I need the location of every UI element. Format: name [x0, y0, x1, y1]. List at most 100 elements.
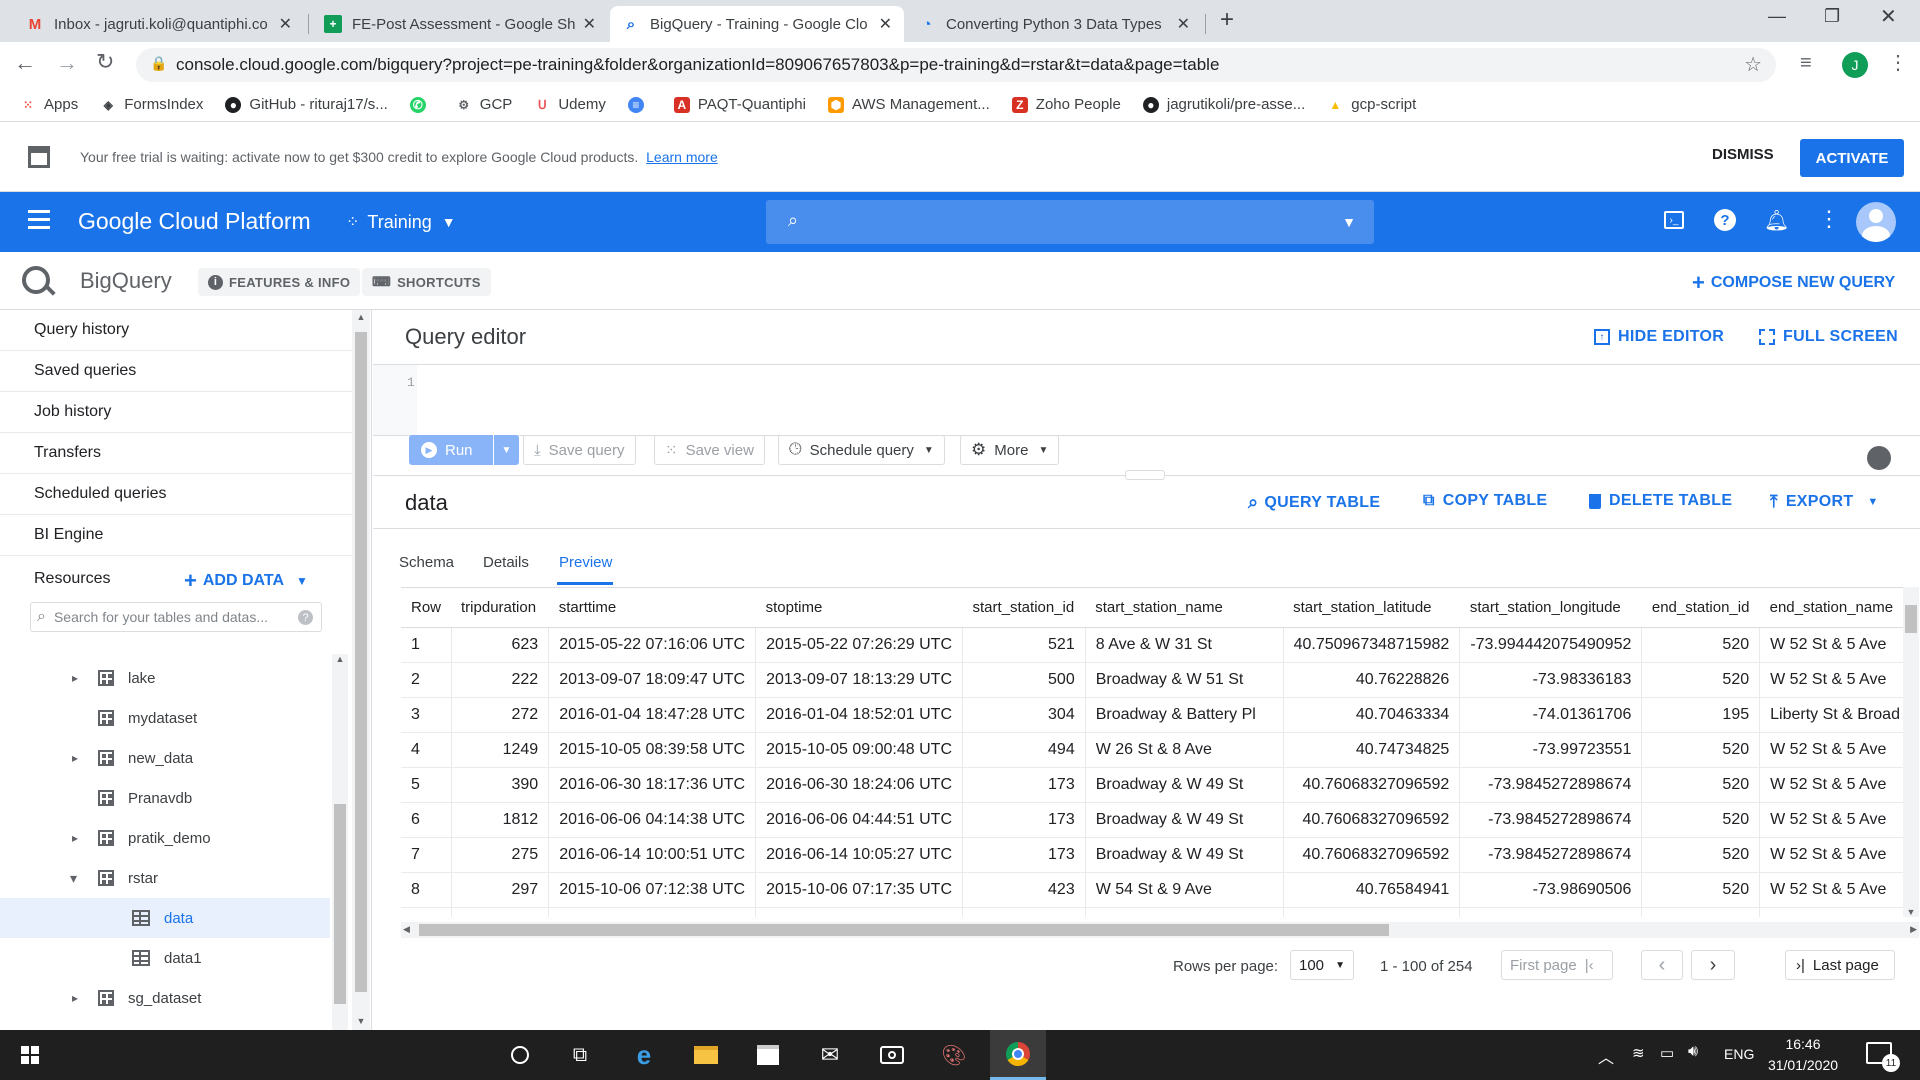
close-icon[interactable]: ✕ [279, 14, 292, 34]
column-header[interactable]: end_station_name [1759, 588, 1911, 628]
nav-query-history[interactable]: Query history [0, 310, 352, 351]
features-info-button[interactable]: i FEATURES & INFO [198, 268, 361, 296]
schedule-query-button[interactable]: 🕒︎ Schedule query ▼ [778, 435, 945, 465]
search-circle-icon[interactable] [496, 1030, 544, 1080]
volume-icon[interactable]: 🔊︎ [1688, 1043, 1698, 1061]
column-header[interactable]: stoptime [755, 588, 963, 628]
activate-button[interactable]: ACTIVATE [1800, 139, 1904, 177]
table-vertical-scrollbar[interactable]: ▼ [1903, 587, 1919, 917]
help-icon[interactable]: ? [1714, 209, 1736, 231]
clock-time[interactable]: 16:46 [1768, 1036, 1838, 1052]
bookmark-gcp[interactable]: ⚙ GCP [456, 96, 512, 113]
table-row[interactable]: 2 222 2013-09-07 18:09:47 UTC 2013-09-07 18… [401, 662, 1911, 698]
copy-table-button[interactable]: ⧉ COPY TABLE [1423, 492, 1547, 510]
tab-sheets[interactable]: + FE-Post Assessment - Google She ✕ [312, 6, 608, 42]
chevron-down-icon[interactable]: ▼ [493, 435, 519, 465]
browser-menu-icon[interactable]: ⋮ [1888, 50, 1908, 75]
chevron-up-icon[interactable]: ︿ [1598, 1044, 1614, 1068]
bookmark-whatsapp[interactable]: ✆ [409, 96, 434, 113]
sql-editor[interactable]: 1 [373, 364, 1920, 436]
maximize-button[interactable]: ❐ [1824, 6, 1840, 27]
close-icon[interactable]: ✕ [879, 14, 892, 34]
bookmark-formsindex[interactable]: ◈ FormsIndex [100, 96, 204, 113]
bookmark-paqt[interactable]: A PAQT-Quantiphi [673, 96, 806, 113]
tree-item-new-data[interactable]: ▸ new_data [0, 738, 330, 778]
project-selector[interactable]: ⁘ Training ▼ [346, 208, 456, 236]
bookmark-udemy[interactable]: Ս Udemy [534, 96, 606, 113]
last-page-button[interactable]: ›| Last page [1785, 950, 1895, 980]
tab-bigquery[interactable]: ⌕ BigQuery - Training - Google Clo ✕ [610, 6, 904, 42]
close-icon[interactable]: ✕ [583, 14, 596, 34]
run-button[interactable]: ▶ Run ▼ [409, 435, 519, 465]
language-indicator[interactable]: ENG [1724, 1046, 1754, 1062]
tab-preview[interactable]: Preview [559, 554, 612, 571]
help-icon[interactable]: ? [298, 610, 313, 625]
tree-item-sg-dataset[interactable]: ▸ sg_dataset [0, 978, 330, 1018]
tree-scrollbar[interactable]: ▲ [332, 654, 348, 1030]
nav-job-history[interactable]: Job history [0, 392, 352, 433]
bookmark-blue[interactable]: ≡ [627, 96, 652, 113]
nav-scrollbar[interactable]: ▲ ▼ [352, 310, 370, 1030]
table-horizontal-scrollbar[interactable]: ◀ ▶ [401, 922, 1919, 938]
table-row[interactable]: 6 1812 2016-06-06 04:14:38 UTC 2016-06-06 0… [401, 802, 1911, 838]
search-bar[interactable]: ⌕ ▼ [766, 200, 1374, 244]
bookmark-aws[interactable]: ⬢ AWS Management... [827, 96, 990, 113]
column-header[interactable]: start_station_id [962, 588, 1086, 628]
hide-editor-button[interactable]: ↑ HIDE EDITOR [1594, 328, 1724, 346]
table-row[interactable]: 3 272 2016-01-04 18:47:28 UTC 2016-01-04 18… [401, 697, 1911, 733]
tree-item-lake[interactable]: ▸ lake [0, 658, 330, 698]
resource-search-input[interactable]: ⌕ Search for your tables and datas... ? [30, 602, 322, 632]
expand-arrow-icon[interactable]: ▸ [72, 831, 78, 845]
window-close-button[interactable]: ✕ [1880, 4, 1897, 29]
query-table-button[interactable]: ⌕ QUERY TABLE [1248, 492, 1380, 513]
address-bar[interactable]: 🔒 console.cloud.google.com/bigquery?proj… [136, 48, 1776, 82]
mail-icon[interactable]: ✉ [806, 1030, 854, 1080]
column-header[interactable]: start_station_name [1085, 588, 1284, 628]
store-icon[interactable] [744, 1030, 792, 1080]
resize-handle[interactable] [1125, 470, 1165, 480]
tree-item-data[interactable]: data [0, 898, 330, 938]
new-tab-button[interactable]: + [1220, 6, 1234, 34]
expand-arrow-icon[interactable]: ▸ [72, 751, 78, 765]
tree-item-pratik-demo[interactable]: ▸ pratik_demo [0, 818, 330, 858]
close-icon[interactable]: ✕ [1177, 14, 1190, 34]
bookmark-github[interactable]: ● GitHub - rituraj17/s... [225, 96, 388, 113]
minimize-button[interactable]: — [1768, 6, 1786, 27]
table-row[interactable]: 7 275 2016-06-14 10:00:51 UTC 2016-06-14 10… [401, 837, 1911, 873]
tab-schema[interactable]: Schema [399, 554, 454, 571]
camera-icon[interactable] [868, 1030, 916, 1080]
first-page-button[interactable]: First page |‹ [1501, 950, 1613, 980]
column-header[interactable]: start_station_longitude [1459, 588, 1642, 628]
expand-arrow-icon[interactable]: ▸ [72, 671, 78, 685]
hamburger-menu-icon[interactable] [28, 210, 50, 213]
column-header[interactable]: end_station_id [1641, 588, 1760, 628]
gcp-title[interactable]: Google Cloud Platform [78, 208, 311, 235]
expand-arrow-icon[interactable]: ▸ [72, 991, 78, 1005]
tab-digitalocean[interactable]: ◔ Converting Python 3 Data Types ✕ [906, 6, 1202, 42]
export-button[interactable]: ⤒ EXPORT ▼ [1770, 492, 1879, 512]
save-query-button[interactable]: ⤓ Save query [523, 435, 636, 465]
table-row[interactable]: 8 297 2015-10-06 07:12:38 UTC 2015-10-06 07… [401, 872, 1911, 908]
tree-item-rstar[interactable]: ▾ rstar [0, 858, 330, 898]
save-view-button[interactable]: ⁙ Save view [654, 435, 765, 465]
reload-icon[interactable]: ↻ [96, 49, 114, 75]
rows-per-page-select[interactable]: 100 ▼ [1290, 950, 1354, 980]
media-icon[interactable]: ≡ [1800, 52, 1812, 75]
delete-table-button[interactable]: DELETE TABLE [1589, 492, 1732, 510]
task-view-icon[interactable]: ⧉ [556, 1030, 604, 1080]
chevron-down-icon[interactable]: ▼ [1342, 214, 1356, 230]
column-header[interactable]: tripduration [451, 588, 549, 628]
table-row[interactable]: 96322015-10-01 06:09:37 UTC2015-10-01 06… [401, 907, 1911, 917]
add-data-button[interactable]: + ADD DATA ▼ [184, 568, 308, 594]
paint-icon[interactable]: 🎨︎ [930, 1030, 978, 1080]
profile-avatar[interactable]: J [1842, 52, 1868, 78]
table-row[interactable]: 5 390 2016-06-30 18:17:36 UTC 2016-06-30 18… [401, 767, 1911, 803]
learn-more-link[interactable]: Learn more [646, 149, 718, 165]
cloud-shell-icon[interactable]: ›_ [1664, 211, 1684, 229]
shortcuts-button[interactable]: ⌨ SHORTCUTS [362, 268, 491, 296]
back-icon[interactable]: ← [14, 50, 36, 76]
compose-new-query-button[interactable]: + COMPOSE NEW QUERY [1692, 270, 1895, 296]
column-header[interactable]: Row [401, 588, 452, 628]
notification-center-icon[interactable]: 11 [1866, 1042, 1900, 1072]
nav-saved-queries[interactable]: Saved queries [0, 351, 352, 392]
